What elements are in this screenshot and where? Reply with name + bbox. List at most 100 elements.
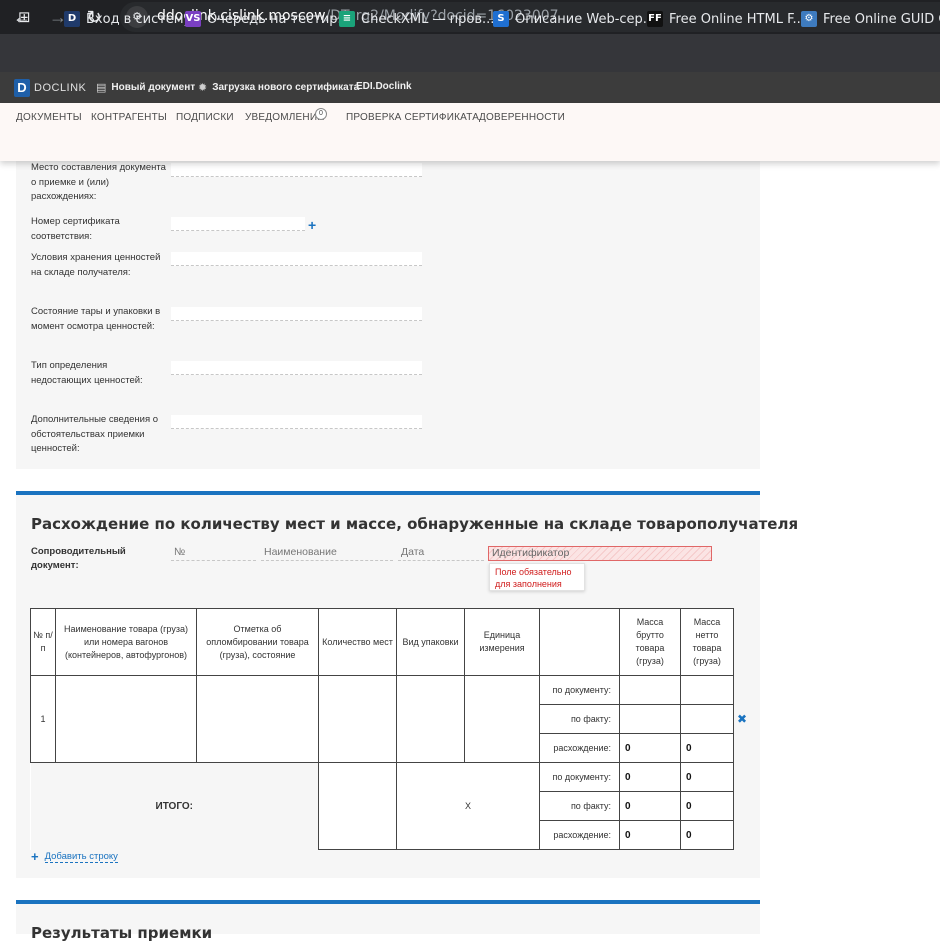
total-net-by-document: 0 (680, 762, 734, 792)
results-title: Результаты приемки (31, 924, 213, 942)
add-plus-icon: + (31, 849, 39, 864)
doc-name-input[interactable]: Наименование (261, 546, 393, 561)
nav-subscriptions[interactable]: ПОДПИСКИ (176, 112, 234, 123)
goods-name-cell[interactable] (55, 675, 197, 763)
bookmark-label: Free Online GUID G... (823, 11, 940, 27)
nav-documents[interactable]: ДОКУМЕНТЫ (16, 112, 82, 123)
freeformatter-favicon-icon: FF (647, 11, 663, 27)
bookmark-login[interactable]: D Вход в систему (64, 10, 191, 28)
visual-studio-favicon-icon: VS (185, 11, 201, 27)
additional-info-input[interactable] (171, 415, 422, 429)
bookmarks-bar (0, 34, 940, 72)
header-gross-mass: Масса брутто товара (груза) (619, 608, 681, 676)
doc-identifier-input[interactable]: Идентификатор (488, 546, 712, 561)
by-fact-label: по факту: (539, 704, 620, 734)
doclink-logo-icon[interactable]: D (14, 79, 30, 97)
document-icon: ▤ (96, 82, 107, 94)
header-net-mass: Масса нетто товара (груза) (680, 608, 734, 676)
gross-by-fact-cell[interactable] (619, 704, 681, 734)
logo-text[interactable]: DOCLINK (34, 82, 86, 94)
add-certificate-plus-icon[interactable]: + (308, 218, 316, 232)
unit-cell[interactable] (464, 675, 540, 763)
discrepancy-label: расхождение: (539, 733, 620, 763)
accompanying-document-label: Сопроводительный документ: (31, 546, 126, 571)
gross-discrepancy-cell: 0 (619, 733, 681, 763)
seal-mark-cell[interactable] (196, 675, 319, 763)
new-document-link[interactable]: ▤ Новый документ (96, 81, 195, 94)
shortage-type-label: Тип определения недостающих ценностей: (31, 360, 143, 386)
nav-counterparties[interactable]: КОНТРАГЕНТЫ (91, 112, 167, 123)
bookmark-label: Вход в систему (86, 11, 192, 27)
package-type-cell[interactable] (396, 675, 465, 763)
total-by-document-label: по документу: (539, 762, 620, 792)
places-count-cell[interactable] (318, 675, 397, 763)
add-row-label: Добавить строку (44, 850, 118, 863)
place-label: Место составления документа о приемке и … (31, 162, 166, 202)
by-document-label: по документу: (539, 675, 620, 705)
storage-conditions-input[interactable] (171, 252, 422, 266)
place-input[interactable] (171, 163, 422, 177)
nav-power-of-attorney[interactable]: ДОВЕРЕННОСТИ (479, 112, 565, 123)
total-gross-by-document: 0 (619, 762, 681, 792)
notifications-badge: 0 (315, 108, 327, 120)
total-discrepancy-label: расхождение: (539, 820, 620, 850)
doc-number-input[interactable]: № (171, 546, 256, 561)
gear-favicon-icon: ⚙ (801, 11, 817, 27)
additional-info-label: Дополнительные сведения о обстоятельства… (31, 414, 159, 454)
total-places-cell (318, 762, 397, 850)
header-places-count: Количество мест (318, 608, 397, 676)
add-row-button[interactable]: + Добавить строку (31, 849, 118, 864)
required-field-tooltip: Поле обязательно для заполнения (489, 563, 585, 591)
edi-doclink-link[interactable]: EDI.Doclink (356, 81, 412, 92)
total-gross-by-fact: 0 (619, 791, 681, 821)
delete-row-icon[interactable]: ✖ (737, 712, 747, 726)
bookmark-test-queue[interactable]: VS Очередь на тестир... (185, 10, 350, 28)
header-package-type: Вид упаковки (396, 608, 465, 676)
total-row: ИТОГО: X по документу: 0 0 (30, 762, 734, 850)
certificate-number-label: Номер сертификата соответствия: (31, 216, 120, 242)
bookmark-label: CheckXML — пров... (361, 11, 495, 27)
upload-certificate-link[interactable]: ✹ Загрузка нового сертификата (198, 81, 359, 94)
certificate-number-input[interactable] (171, 217, 305, 231)
bookmark-checkxml[interactable]: ≡ CheckXML — пров... (339, 10, 494, 28)
edi-doclink-label: EDI.Doclink (356, 81, 412, 92)
table-header-row: № п/п Наименование товара (груза) или но… (30, 608, 734, 676)
bookmark-web-service[interactable]: S Описание Web-сер... (493, 10, 655, 28)
row-number-cell: 1 (30, 675, 56, 763)
table-row: 1 по документу: (30, 675, 734, 763)
nav-certificate-check[interactable]: ПРОВЕРКА СЕРТИФИКАТА (346, 112, 479, 123)
header-goods-name: Наименование товара (груза) или номера в… (55, 608, 197, 676)
net-by-document-cell[interactable] (680, 675, 734, 705)
bookmark-guid-generator[interactable]: ⚙ Free Online GUID G... (801, 10, 940, 28)
net-by-fact-cell[interactable] (680, 704, 734, 734)
discrepancy-table: № п/п Наименование товара (груза) или но… (30, 608, 734, 850)
packaging-condition-input[interactable] (171, 307, 422, 321)
gross-by-document-cell[interactable] (619, 675, 681, 705)
nav-notifications[interactable]: УВЕДОМЛЕНИЯ (245, 112, 325, 123)
storage-conditions-label: Условия хранения ценностей на складе пол… (31, 252, 161, 278)
bookmark-label: Описание Web-сер... (515, 11, 656, 27)
total-gross-discrepancy: 0 (619, 820, 681, 850)
total-by-fact-label: по факту: (539, 791, 620, 821)
upload-certificate-label: Загрузка нового сертификата (212, 82, 360, 93)
doc-date-input[interactable]: Дата (398, 546, 484, 561)
header-row-type (539, 608, 620, 676)
discrepancy-title: Расхождение по количеству мест и массе, … (31, 515, 799, 533)
bookmark-label: Очередь на тестир... (207, 11, 350, 27)
discrepancy-table-wrap: № п/п Наименование товара (груза) или но… (30, 608, 734, 850)
total-net-discrepancy: 0 (680, 820, 734, 850)
bookmark-html-formatter[interactable]: FF Free Online HTML F... (647, 10, 805, 28)
doclink-favicon-icon: D (64, 11, 80, 27)
header-seal-mark: Отметка об опломбировании товара (груза)… (196, 608, 319, 676)
header-row-number: № п/п (30, 608, 56, 676)
shortage-type-input[interactable] (171, 361, 422, 375)
web-service-favicon-icon: S (493, 11, 509, 27)
total-label: ИТОГО: (30, 762, 319, 850)
total-x-cell: X (396, 762, 540, 850)
bookmark-label: Free Online HTML F... (669, 11, 805, 27)
header-unit: Единица измерения (464, 608, 540, 676)
apps-grid-icon[interactable]: ⊞ (18, 10, 34, 26)
packaging-condition-label: Состояние тары и упаковки в момент осмот… (31, 306, 161, 332)
net-discrepancy-cell: 0 (680, 733, 734, 763)
new-document-label: Новый документ (111, 82, 196, 93)
